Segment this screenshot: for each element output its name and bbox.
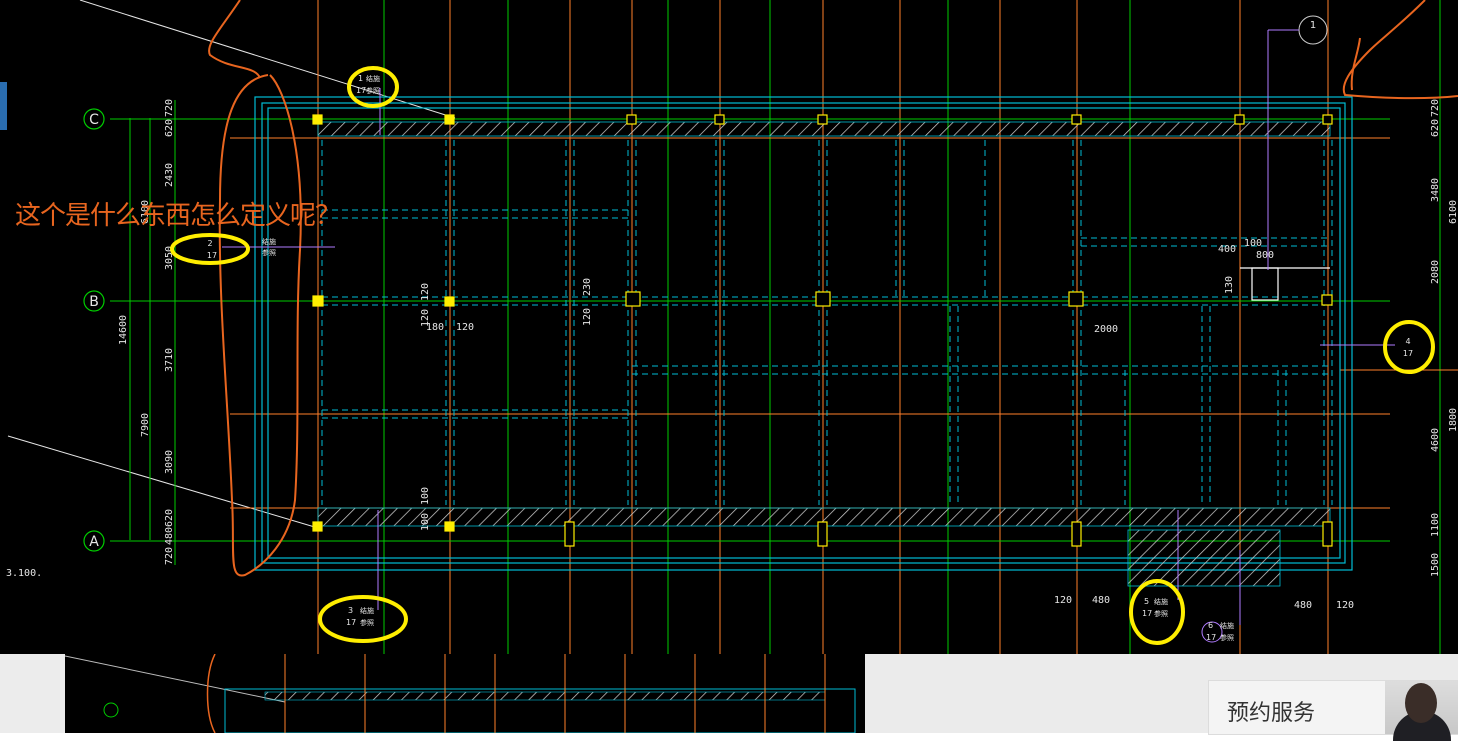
svg-text:结施: 结施	[366, 74, 380, 83]
svg-text:结施: 结施	[262, 237, 276, 246]
axis-label-right: 1	[1310, 20, 1316, 31]
svg-text:结施: 结施	[360, 606, 374, 615]
svg-text:1500: 1500	[1430, 553, 1441, 577]
svg-text:120: 120	[1336, 600, 1354, 611]
axis-label-b: B	[89, 294, 99, 310]
drawing-thumbnail[interactable]	[64, 653, 865, 734]
svg-text:230: 230	[582, 278, 593, 296]
thumbnail-preview	[64, 653, 865, 734]
svg-text:120: 120	[582, 308, 593, 326]
svg-text:720: 720	[1430, 99, 1441, 117]
svg-text:17: 17	[1403, 349, 1413, 358]
svg-text:800: 800	[1256, 250, 1274, 261]
svg-text:4600: 4600	[1430, 428, 1441, 452]
left-edge-tab[interactable]	[0, 82, 7, 130]
svg-text:180: 180	[426, 322, 444, 333]
annotation-question: 这个是什么东西怎么定义呢？	[15, 201, 341, 231]
svg-text:480: 480	[164, 527, 175, 545]
svg-text:120: 120	[456, 322, 474, 333]
svg-text:120: 120	[1054, 595, 1072, 606]
svg-text:17: 17	[1206, 633, 1216, 642]
appointment-service-card[interactable]: 预约服务	[1208, 680, 1458, 741]
svg-text:2000: 2000	[1094, 324, 1118, 335]
cad-drawing-canvas[interactable]: C B A 1 14600 7900 720 620 2430 3050 371…	[0, 0, 1458, 654]
svg-text:17: 17	[346, 618, 356, 627]
svg-text:3090: 3090	[164, 450, 175, 474]
svg-text:17: 17	[207, 251, 217, 260]
svg-text:1800: 1800	[1448, 408, 1458, 432]
svg-text:2080: 2080	[1430, 260, 1441, 284]
svg-text:620: 620	[164, 509, 175, 527]
svg-text:3480: 3480	[1430, 178, 1441, 202]
svg-text:5: 5	[1144, 597, 1149, 606]
axis-label-c: C	[89, 112, 99, 128]
svg-text:6: 6	[1208, 621, 1213, 630]
stair-hatch	[1127, 529, 1281, 587]
svg-text:2430: 2430	[164, 163, 175, 187]
svg-text:1100: 1100	[1430, 513, 1441, 537]
axis-bubble-a[interactable]: A	[83, 530, 105, 552]
svg-text:720: 720	[164, 99, 175, 117]
svg-text:100: 100	[420, 513, 431, 531]
svg-text:400: 400	[1218, 244, 1236, 255]
axis-label-a: A	[89, 534, 99, 550]
svg-text:3710: 3710	[164, 348, 175, 372]
svg-text:480: 480	[1092, 595, 1110, 606]
svg-text:结施: 结施	[1220, 621, 1234, 630]
svg-text:结施: 结施	[1154, 597, 1168, 606]
svg-text:100: 100	[1244, 238, 1262, 249]
svg-text:参照: 参照	[366, 86, 380, 95]
svg-text:720: 720	[164, 547, 175, 565]
agent-avatar	[1385, 681, 1458, 741]
svg-text:参照: 参照	[1220, 633, 1234, 642]
svg-text:参照: 参照	[1154, 609, 1168, 618]
appointment-service-label: 预约服务	[1227, 701, 1316, 726]
svg-text:6100: 6100	[1448, 200, 1458, 224]
svg-text:1: 1	[358, 74, 363, 83]
svg-text:2: 2	[207, 239, 212, 248]
elevation-label: 3.100.	[6, 568, 43, 579]
dim-left-mid: 7900	[140, 413, 151, 437]
svg-text:620: 620	[1430, 119, 1441, 137]
dim-left-outer: 14600	[118, 315, 129, 345]
svg-text:4: 4	[1405, 337, 1410, 346]
axis-bubble-b[interactable]: B	[83, 290, 105, 312]
svg-text:130: 130	[1224, 276, 1235, 294]
svg-text:100: 100	[420, 487, 431, 505]
svg-text:17: 17	[1142, 609, 1152, 618]
screenshot: C B A 1 14600 7900 720 620 2430 3050 371…	[0, 0, 1458, 741]
svg-text:620: 620	[164, 119, 175, 137]
svg-text:17: 17	[356, 86, 366, 95]
svg-text:120: 120	[420, 283, 431, 301]
svg-text:3: 3	[348, 606, 353, 615]
svg-text:参照: 参照	[360, 618, 374, 627]
svg-text:480: 480	[1294, 600, 1312, 611]
axis-bubble-c[interactable]: C	[83, 108, 105, 130]
svg-text:参照: 参照	[262, 248, 276, 257]
